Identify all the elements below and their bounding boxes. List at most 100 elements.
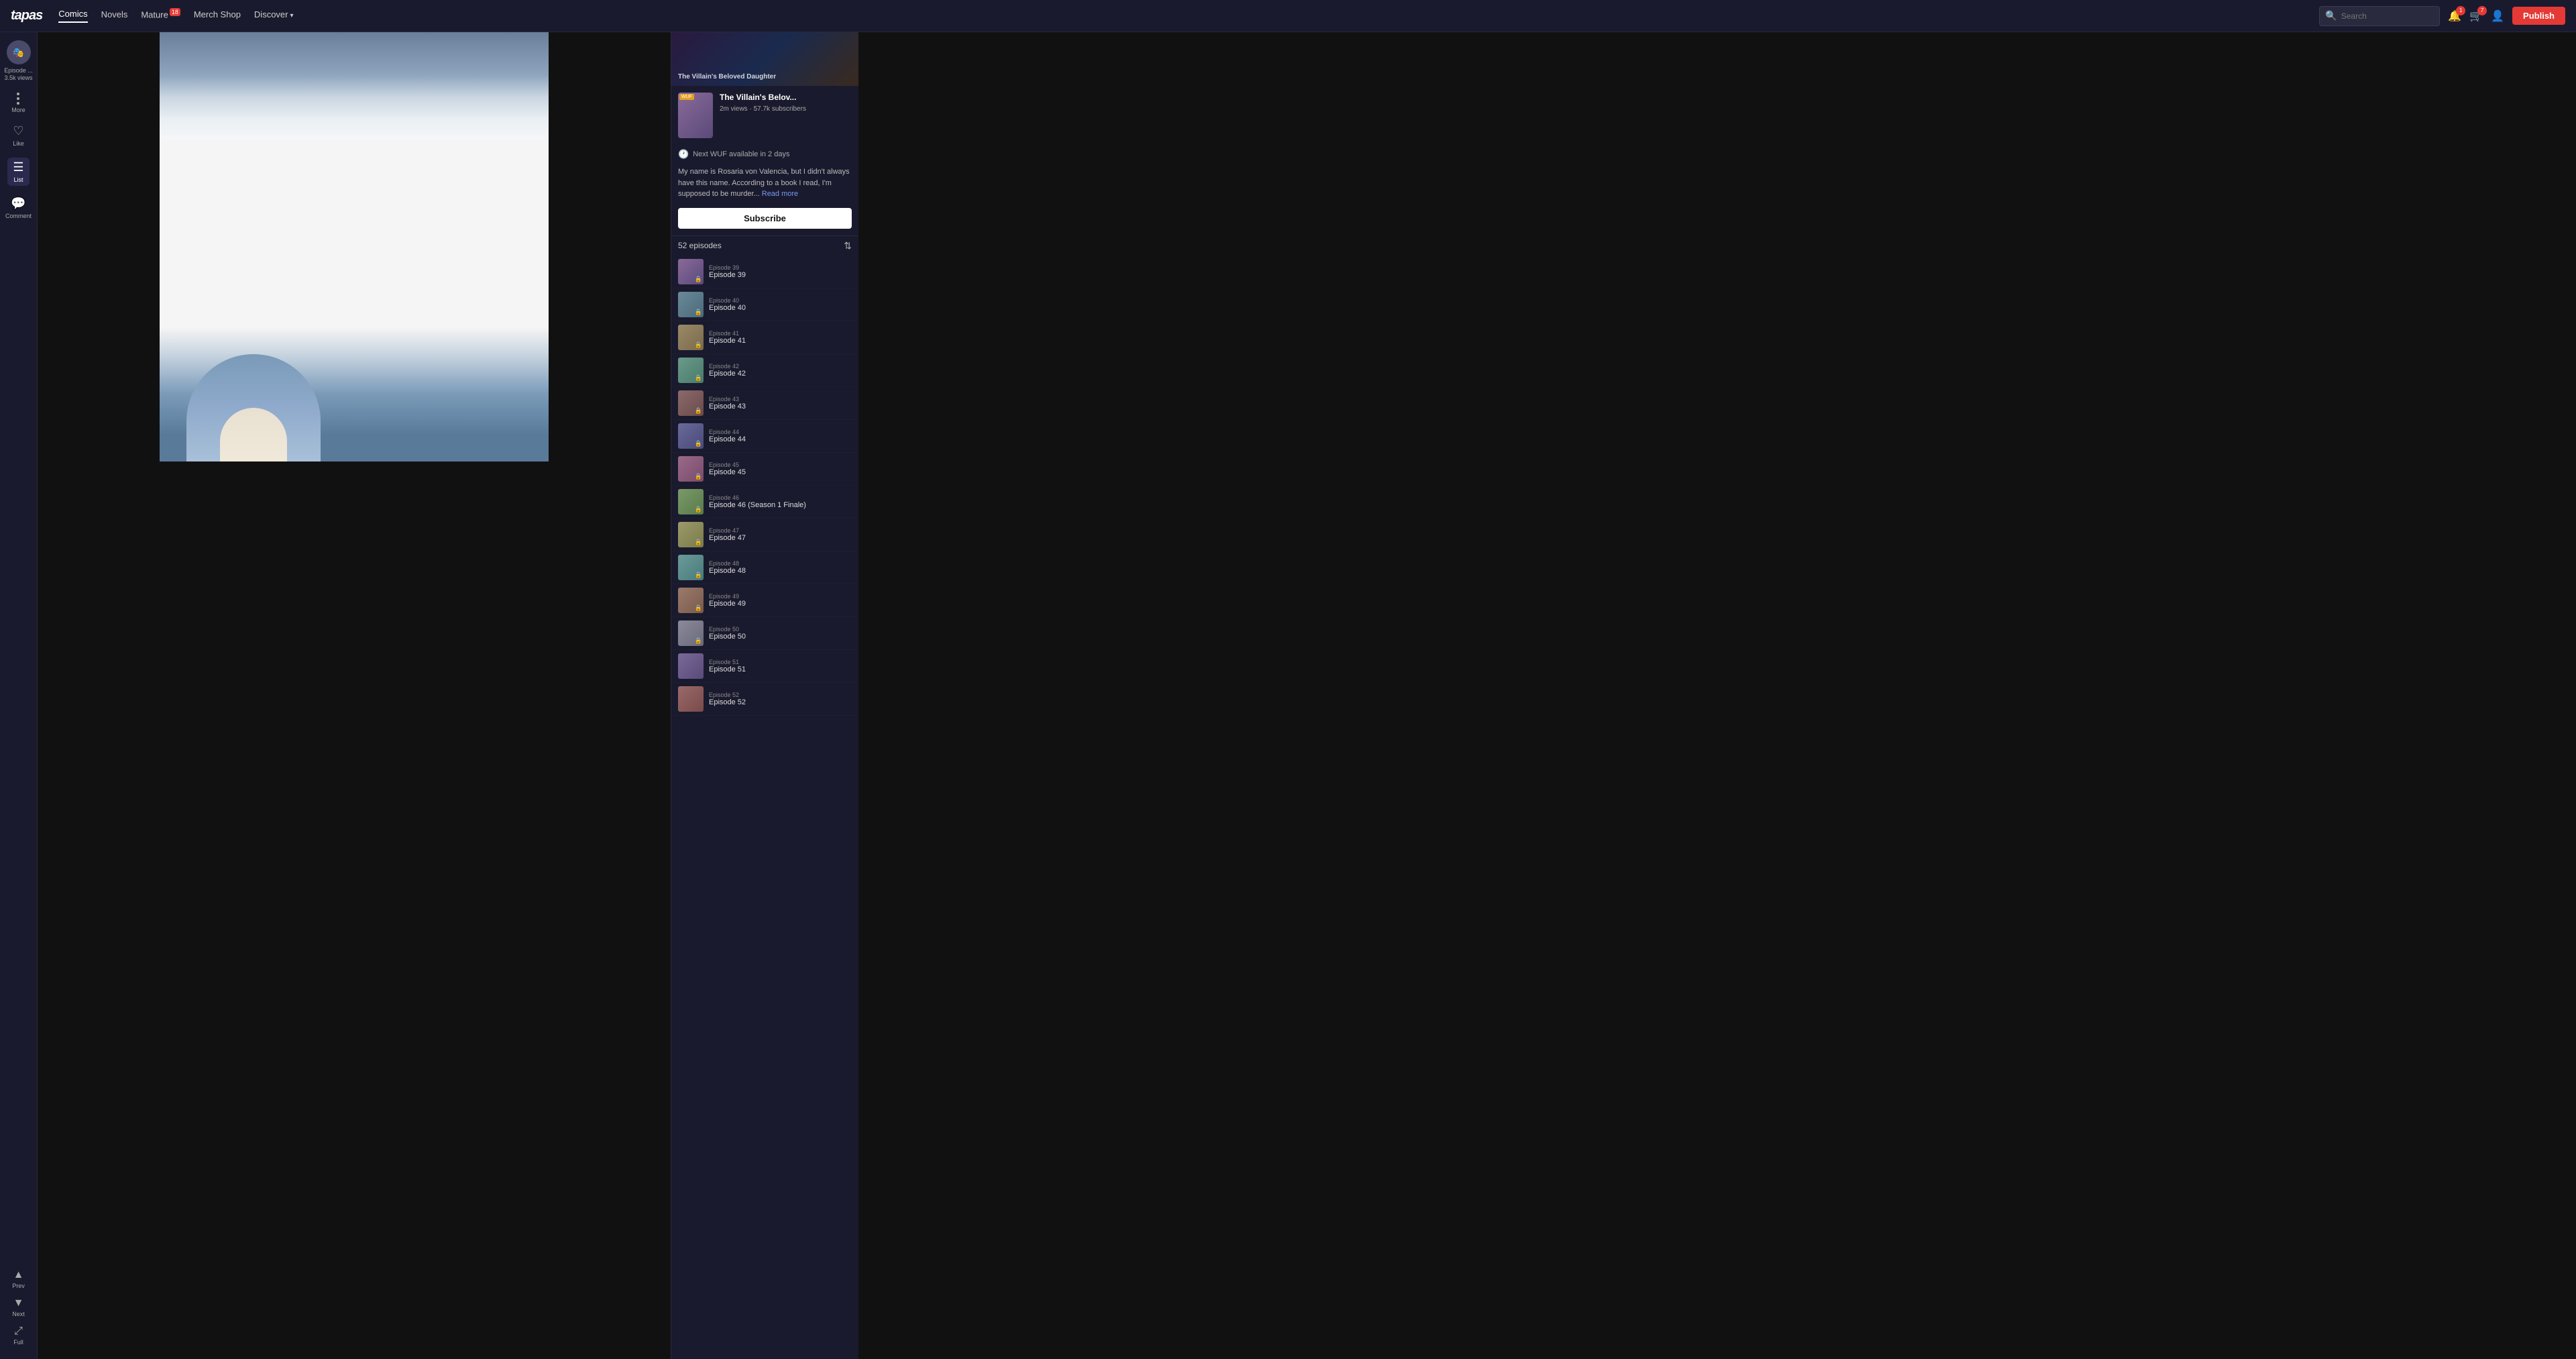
episode-info: Episode 42 Episode 42 xyxy=(709,363,852,378)
nav-novels[interactable]: Novels xyxy=(101,9,128,22)
series-title: The Villain's Belov... xyxy=(720,93,852,103)
episode-item[interactable]: 🔒 Episode 45 Episode 45 xyxy=(671,453,858,486)
episode-thumb: 🔒 xyxy=(678,325,704,350)
episode-title: Episode 44 xyxy=(709,435,852,443)
episode-item[interactable]: 🔒 Episode 48 Episode 48 xyxy=(671,551,858,584)
avatar[interactable]: 🎭 xyxy=(7,40,31,64)
episode-label: Episode 50 xyxy=(709,626,852,633)
more-button[interactable]: More xyxy=(11,93,25,113)
lock-icon: 🔒 xyxy=(695,539,702,546)
comic-page-top xyxy=(160,32,549,140)
episode-item[interactable]: 🔒 Episode 43 Episode 43 xyxy=(671,387,858,420)
publish-button[interactable]: Publish xyxy=(2512,7,2565,25)
episode-title: Episode 51 xyxy=(709,665,852,673)
right-sidebar: The Villain's Beloved Daughter WUF The V… xyxy=(671,32,858,1359)
episode-item[interactable]: 🔒 Episode 42 Episode 42 xyxy=(671,354,858,387)
comic-arch-decoration xyxy=(186,354,321,461)
episode-thumb: 🔒 xyxy=(678,423,704,449)
like-action[interactable]: ♡ Like xyxy=(13,124,24,147)
episode-info: Episode 43 Episode 43 xyxy=(709,396,852,411)
episode-thumb: 🔒 xyxy=(678,292,704,317)
episode-label: Episode 46 xyxy=(709,494,852,501)
notification-bell[interactable]: 🔔 1 xyxy=(2448,9,2461,23)
episode-item[interactable]: 🔒 Episode 39 Episode 39 xyxy=(671,256,858,288)
nav-mature[interactable]: Mature18 xyxy=(141,9,180,22)
episode-thumb: 🔒 xyxy=(678,390,704,416)
episode-title: Episode 45 xyxy=(709,468,852,476)
episode-thumb: 🔒 xyxy=(678,456,704,482)
episode-info: Episode 45 Episode 45 xyxy=(709,461,852,476)
episode-title: Episode 39 xyxy=(709,271,852,279)
episode-label: Episode 43 xyxy=(709,396,852,402)
episode-info: Episode 50 Episode 50 xyxy=(709,626,852,641)
series-thumbnail[interactable]: WUF xyxy=(678,93,713,138)
heart-icon: ♡ xyxy=(13,124,23,138)
episode-title: Episode 50 xyxy=(709,633,852,641)
episode-item[interactable]: 🔒 Episode 47 Episode 47 xyxy=(671,519,858,551)
expand-icon: ⤢ xyxy=(14,1325,23,1338)
episode-item[interactable]: 🔒 Episode 50 Episode 50 xyxy=(671,617,858,650)
episode-item[interactable]: Episode 52 Episode 52 xyxy=(671,683,858,716)
comment-label: Comment xyxy=(5,213,32,219)
episode-info: Episode 52 Episode 52 xyxy=(709,692,852,706)
episode-thumb: 🔒 xyxy=(678,259,704,284)
nav-merch[interactable]: Merch Shop xyxy=(194,9,241,22)
episode-title: Episode 52 xyxy=(709,698,852,706)
series-thumb-badge: WUF xyxy=(679,94,694,100)
episode-title: Episode 41 xyxy=(709,337,852,345)
episode-label: Episode 44 xyxy=(709,429,852,435)
comic-arch-inner xyxy=(220,408,287,461)
nav-comics[interactable]: Comics xyxy=(58,9,87,23)
nav-discover[interactable]: Discover▾ xyxy=(254,9,294,22)
banner-title: The Villain's Beloved Daughter xyxy=(678,73,776,80)
lock-icon: 🔒 xyxy=(695,506,702,513)
episodes-list: 🔒 Episode 39 Episode 39 🔒 Episode 40 Epi… xyxy=(671,256,858,1359)
chevron-up-icon: ▲ xyxy=(13,1269,24,1281)
episode-item[interactable]: 🔒 Episode 49 Episode 49 xyxy=(671,584,858,617)
read-more-link[interactable]: Read more xyxy=(762,190,798,198)
logo[interactable]: tapas xyxy=(11,8,42,23)
comment-icon: 💬 xyxy=(11,197,25,211)
episode-label: Episode 51 xyxy=(709,659,852,665)
episode-item[interactable]: 🔒 Episode 41 Episode 41 xyxy=(671,321,858,354)
next-action[interactable]: ▼ Next xyxy=(12,1297,25,1317)
episode-title: Episode 43 xyxy=(709,402,852,411)
full-action[interactable]: ⤢ Full xyxy=(13,1325,23,1346)
episode-info: Episode 46 Episode 46 (Season 1 Finale) xyxy=(709,494,852,509)
search-input[interactable] xyxy=(2341,11,2434,21)
episode-item[interactable]: 🔒 Episode 40 Episode 40 xyxy=(671,288,858,321)
episode-info: Episode 48 Episode 48 xyxy=(709,560,852,575)
search-box[interactable]: 🔍 xyxy=(2319,6,2440,26)
comment-action[interactable]: 💬 Comment xyxy=(5,197,32,219)
episode-label: Episode 42 xyxy=(709,363,852,370)
subscribe-button[interactable]: Subscribe xyxy=(678,208,852,229)
lock-icon: 🔒 xyxy=(695,440,702,447)
prev-action[interactable]: ▲ Prev xyxy=(12,1269,25,1289)
episode-item[interactable]: Episode 51 Episode 51 xyxy=(671,650,858,683)
series-info-row: WUF The Villain's Belov... 2m views · 57… xyxy=(671,86,858,145)
chevron-down-icon: ▼ xyxy=(13,1297,24,1309)
list-icon: ☰ xyxy=(13,160,23,174)
episode-item[interactable]: 🔒 Episode 46 Episode 46 (Season 1 Finale… xyxy=(671,486,858,519)
list-action[interactable]: ☰ List xyxy=(7,158,29,186)
episode-info: Episode 47 Episode 47 xyxy=(709,527,852,542)
episode-label: Episode 39 xyxy=(709,264,852,271)
episodes-count: 52 episodes xyxy=(678,241,722,250)
cart-icon[interactable]: 🛒 7 xyxy=(2469,9,2483,23)
sort-button[interactable]: ⇅ xyxy=(844,240,852,252)
episode-label: Episode 48 xyxy=(709,560,852,567)
episode-title: Episode 42 xyxy=(709,370,852,378)
mature-badge: 18 xyxy=(170,8,180,16)
lock-icon: 🔒 xyxy=(695,604,702,612)
header-right: 🔍 🔔 1 🛒 7 👤 Publish xyxy=(2319,6,2565,26)
episode-item[interactable]: 🔒 Episode 44 Episode 44 xyxy=(671,420,858,453)
episode-thumb: 🔒 xyxy=(678,358,704,383)
more-dots-icon xyxy=(17,93,19,105)
episode-label: Episode 49 xyxy=(709,593,852,600)
episode-label: Episode 40 xyxy=(709,297,852,304)
episodes-header: 52 episodes ⇅ xyxy=(671,235,858,256)
episode-info: Episode 49 Episode 49 xyxy=(709,593,852,608)
user-account-icon[interactable]: 👤 xyxy=(2491,9,2504,23)
series-meta: 2m views · 57.7k subscribers xyxy=(720,105,852,113)
lock-icon: 🔒 xyxy=(695,309,702,316)
